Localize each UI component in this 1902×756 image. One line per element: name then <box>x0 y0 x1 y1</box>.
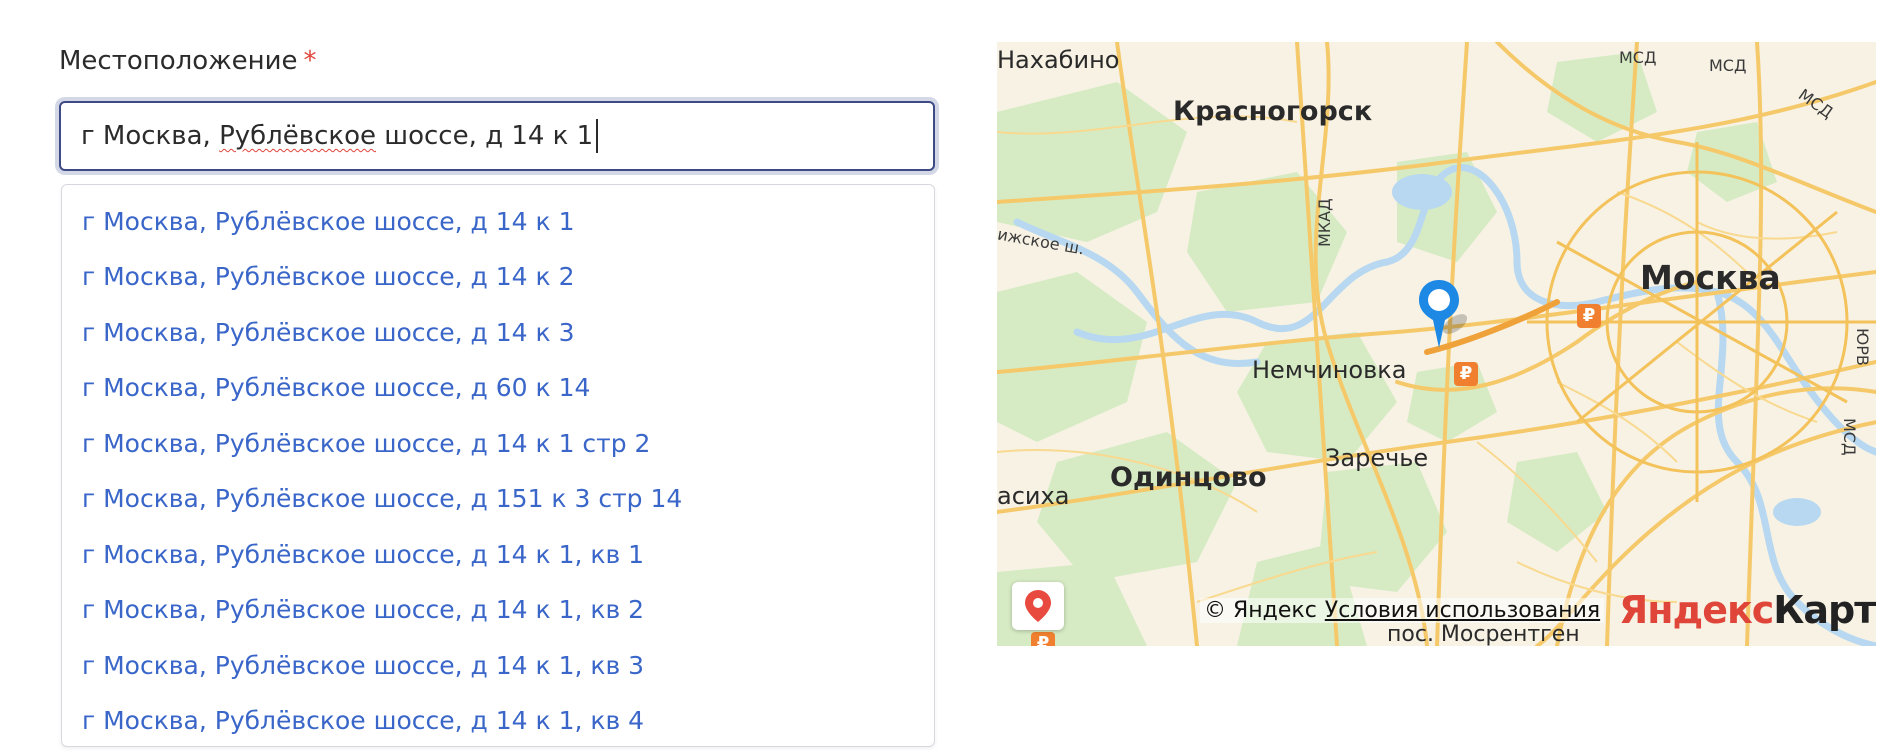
suggestion-item[interactable]: г Москва, Рублёвское шоссе, д 14 к 1 стр… <box>82 424 650 464</box>
map-label-zarechye: Заречье <box>1325 444 1429 472</box>
road-label-mkad: МКАД <box>1315 198 1334 247</box>
map-marker-icon[interactable] <box>1417 272 1477 352</box>
map-label-mosrentgen: пос. Мосрентген <box>1387 622 1580 646</box>
map-label-krasnogorsk: Красногорск <box>1173 96 1373 127</box>
map-copyright: © Яндекс Условия использования <box>1200 598 1605 623</box>
address-input[interactable]: г Москва, Рублёвское шоссе, д 14 к 1 <box>59 101 935 171</box>
required-mark: * <box>303 46 317 76</box>
map-label-moskva: Москва <box>1640 258 1781 297</box>
suggestion-item[interactable]: г Москва, Рублёвское шоссе, д 14 к 1, кв… <box>82 590 644 630</box>
address-suggestions-list: г Москва, Рублёвское шоссе, д 14 к 1 г М… <box>61 184 935 747</box>
suggestion-item[interactable]: г Москва, Рублёвское шоссе, д 14 к 2 <box>82 257 574 297</box>
suggestion-item[interactable]: г Москва, Рублёвское шоссе, д 14 к 1, кв… <box>82 646 644 686</box>
map-label-nakhabino: Нахабино <box>997 46 1120 74</box>
input-text-after: шоссе, д 14 к 1 <box>376 121 594 151</box>
suggestion-item[interactable]: г Москва, Рублёвское шоссе, д 151 к 3 ст… <box>82 479 682 519</box>
road-label-msd-2: МСД <box>1709 56 1747 75</box>
geolocation-button[interactable] <box>1012 582 1064 630</box>
map-label-odintsovo: Одинцово <box>1110 462 1267 493</box>
suggestion-item[interactable]: г Москва, Рублёвское шоссе, д 14 к 1, кв… <box>82 535 644 575</box>
text-caret <box>596 119 599 153</box>
road-label-msd-1: МСД <box>1619 48 1657 67</box>
input-text-misspelled: Рублёвское <box>219 121 377 151</box>
terms-of-use-link[interactable]: Условия использования <box>1325 598 1600 623</box>
road-label-msd-4: МСД <box>1840 418 1859 456</box>
suggestion-item[interactable]: г Москва, Рублёвское шоссе, д 14 к 1, кв… <box>82 701 644 741</box>
location-label-text: Местоположение <box>59 46 298 76</box>
metro-icon: ₽ <box>1577 304 1601 328</box>
brand-maps: Карты <box>1773 588 1876 632</box>
yandex-map[interactable]: Нахабино Красногорск Москва Немчиновка О… <box>997 42 1876 646</box>
yandex-maps-logo[interactable]: ЯндексКарты <box>1619 588 1876 632</box>
copyright-text: © Яндекс <box>1204 598 1317 623</box>
suggestion-item[interactable]: г Москва, Рублёвское шоссе, д 60 к 14 <box>82 368 590 408</box>
map-label-nemchinovka: Немчиновка <box>1252 356 1407 384</box>
page-root: Местоположение * г Москва, Рублёвское шос… <box>0 0 1902 756</box>
brand-yandex: Яндекс <box>1619 588 1774 632</box>
input-text-before: г Москва, <box>81 121 220 151</box>
map-label-vlasikha: асиха <box>997 482 1070 510</box>
metro-icon: ₽ <box>1031 632 1055 646</box>
geolocation-pin-icon <box>1025 590 1051 622</box>
suggestion-item[interactable]: г Москва, Рублёвское шоссе, д 14 к 1 <box>82 202 574 242</box>
location-field-label: Местоположение * <box>59 46 317 76</box>
suggestion-item[interactable]: г Москва, Рублёвское шоссе, д 14 к 3 <box>82 313 574 353</box>
metro-icon: ₽ <box>1454 362 1478 386</box>
road-label-yur: ЮРВ <box>1853 328 1872 366</box>
